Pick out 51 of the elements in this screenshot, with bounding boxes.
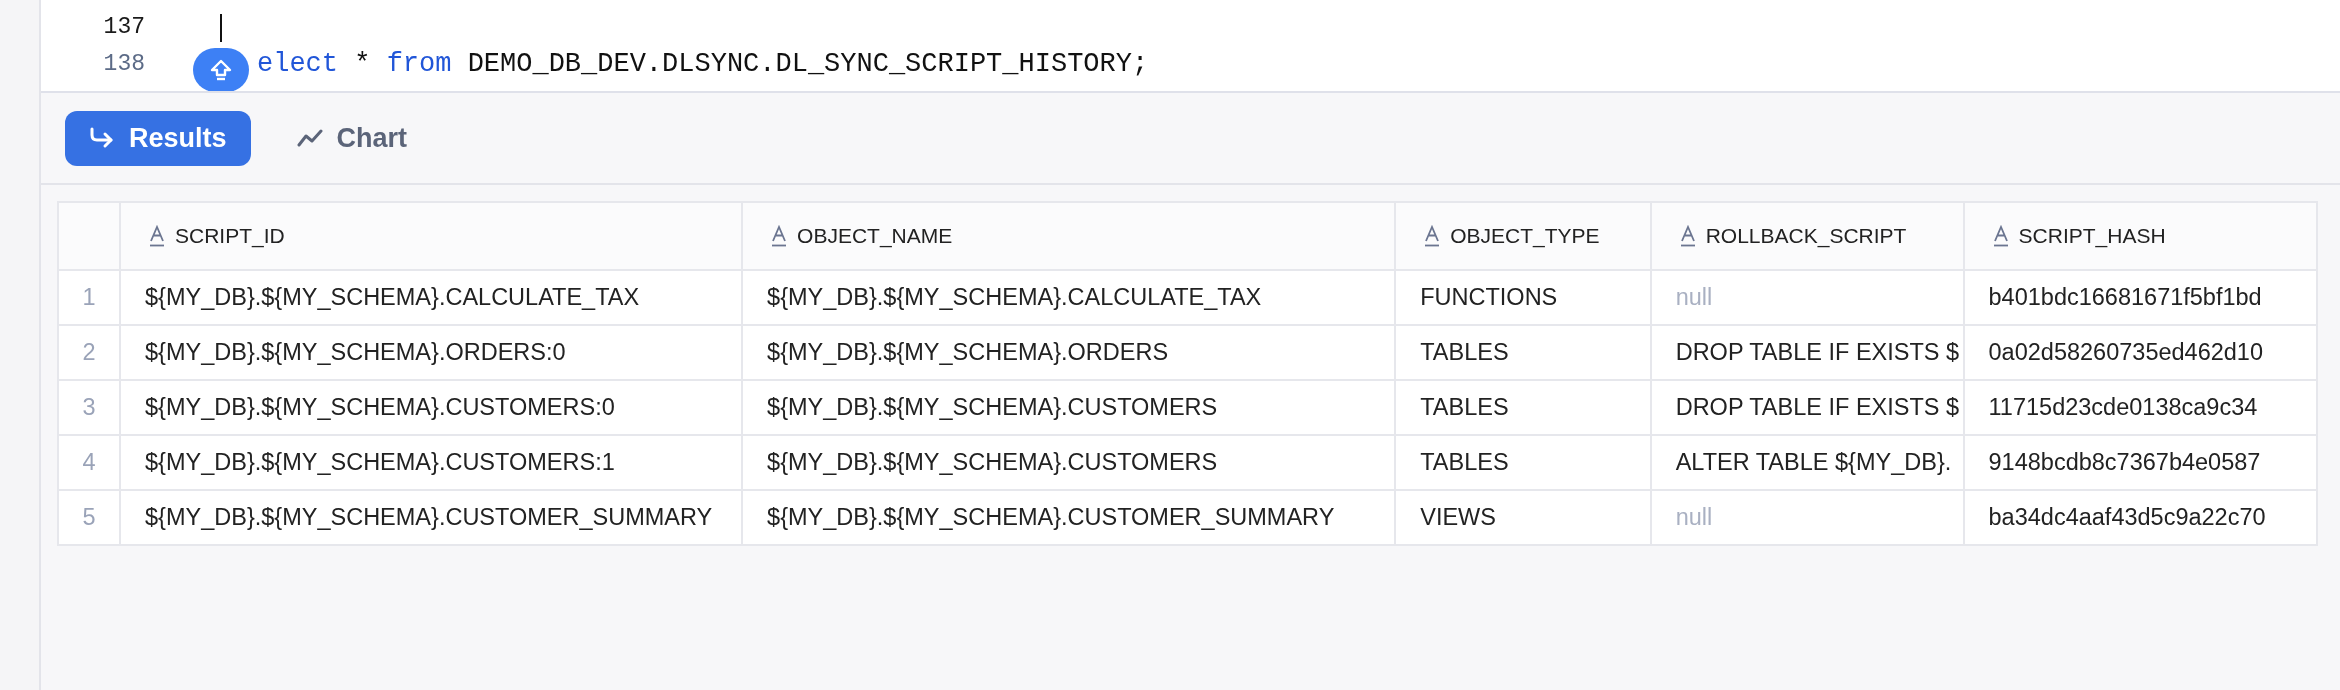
table-cell: 0a02d58260735ed462d10 [1963, 325, 2317, 380]
table-cell: ${MY_DB}.${MY_SCHEMA}.ORDERS [742, 325, 1396, 380]
table-cell: ${MY_DB}.${MY_SCHEMA}.CALCULATE_TAX [120, 270, 743, 325]
table-cell: VIEWS [1395, 490, 1651, 545]
table-cell: ${MY_DB}.${MY_SCHEMA}.CUSTOMERS:1 [120, 435, 743, 490]
line-number: 137 [102, 13, 145, 43]
table-cell: FUNCTIONS [1395, 270, 1651, 325]
column-header[interactable]: OBJECT_TYPE [1395, 202, 1651, 270]
text-type-icon [1679, 225, 1696, 247]
text-cursor [220, 13, 222, 42]
row-number: 1 [58, 270, 120, 325]
code-line[interactable]: elect * from DEMO_DB_DEV.DLSYNC.DL_SYNC_SCRIPT_HISTORY; [145, 44, 1149, 85]
column-header[interactable]: SCRIPT_HASH [1963, 202, 2317, 270]
table-cell: b401bdc16681671f5bf1bd [1963, 270, 2317, 325]
table-cell: ${MY_DB}.${MY_SCHEMA}.ORDERS:0 [120, 325, 743, 380]
row-number: 2 [58, 325, 120, 380]
table-cell: ba34dc4aaf43d5c9a22c70 [1963, 490, 2317, 545]
table-cell: ${MY_DB}.${MY_SCHEMA}.CUSTOMERS [742, 380, 1396, 435]
table-cell: null [1650, 490, 1964, 545]
row-number: 4 [58, 435, 120, 490]
table-cell: ALTER TABLE ${MY_DB}. [1650, 435, 1964, 490]
table-cell: DROP TABLE IF EXISTS $ [1650, 325, 1964, 380]
table-cell: ${MY_DB}.${MY_SCHEMA}.CUSTOMER_SUMMARY [120, 490, 743, 545]
column-header[interactable]: ROLLBACK_SCRIPT [1650, 202, 1964, 270]
table-cell: ${MY_DB}.${MY_SCHEMA}.CUSTOMER_SUMMARY [742, 490, 1396, 545]
tab[interactable]: Chart [272, 110, 432, 166]
scroll-up-button[interactable] [193, 48, 249, 91]
column-header[interactable]: OBJECT_NAME [742, 202, 1396, 270]
table-cell: TABLES [1395, 380, 1651, 435]
column-header[interactable]: SCRIPT_ID [120, 202, 743, 270]
table-cell: ${MY_DB}.${MY_SCHEMA}.CUSTOMERS:0 [120, 380, 743, 435]
table-cell: null [1650, 270, 1964, 325]
arrow-up-icon [209, 58, 233, 82]
table-cell: ${MY_DB}.${MY_SCHEMA}.CUSTOMERS [742, 435, 1396, 490]
text-type-icon [1424, 225, 1441, 247]
tab[interactable]: Results [65, 110, 251, 166]
table-cell: 11715d23cde0138ca9c34 [1963, 380, 2317, 435]
row-number: 5 [58, 490, 120, 545]
text-type-icon [149, 225, 165, 247]
row-number: 3 [58, 380, 120, 435]
table-cell: DROP TABLE IF EXISTS $ [1650, 380, 1964, 435]
table-cell: ${MY_DB}.${MY_SCHEMA}.CALCULATE_TAX [742, 270, 1396, 325]
return-arrow-icon [89, 127, 115, 149]
table-cell: TABLES [1395, 435, 1651, 490]
table-cell: 9148bcdb8c7367b4e0587 [1963, 435, 2317, 490]
line-number: 138 [102, 50, 145, 80]
table-cell: TABLES [1395, 325, 1651, 380]
code-editor[interactable]: 137 138 elect * from DEMO_DB_DEV.DLSYNC.DL_SYNC_SCRIPT_HISTORY; [41, 0, 2340, 93]
text-type-icon [771, 225, 788, 247]
text-type-icon [1992, 225, 2009, 247]
line-chart-icon [296, 128, 323, 148]
